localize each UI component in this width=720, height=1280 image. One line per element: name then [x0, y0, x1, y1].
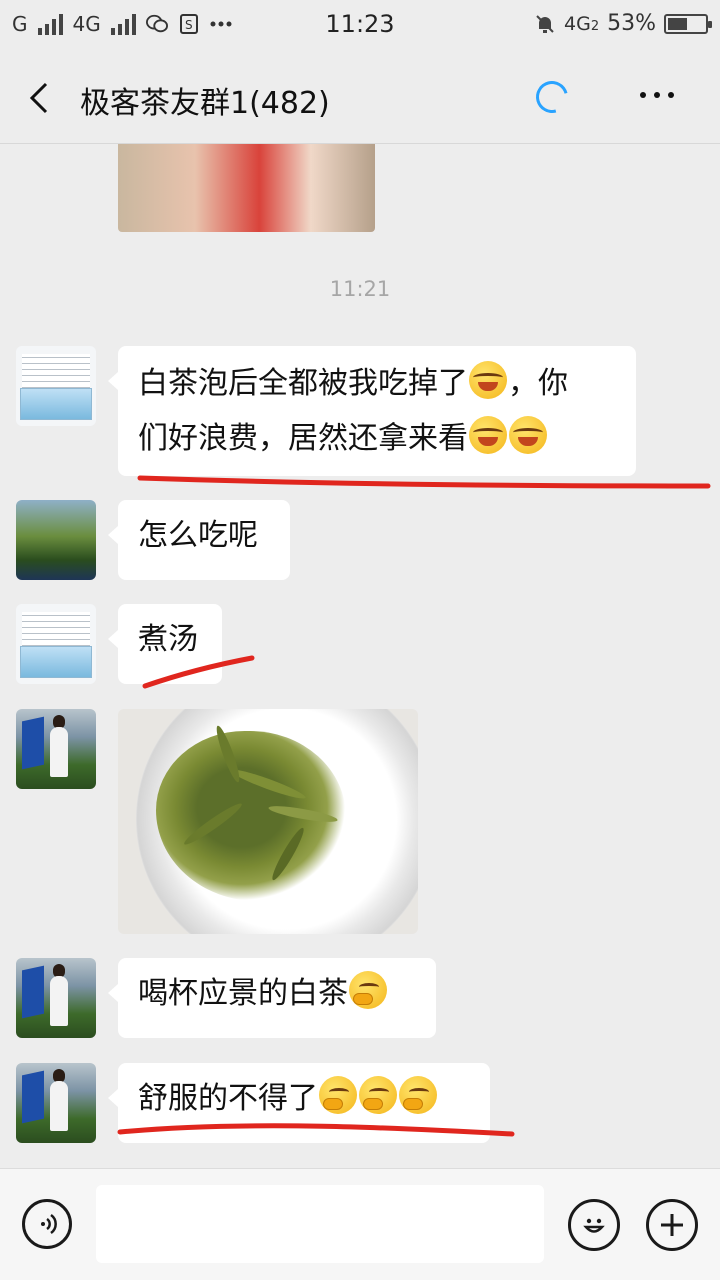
message-text-line1: 白茶泡后全都被我吃掉了 ，你	[138, 356, 616, 411]
message-bubble[interactable]: 怎么吃呢	[108, 500, 290, 580]
status-left: G 4G S	[12, 12, 232, 36]
emoji-button[interactable]	[568, 1199, 620, 1251]
crying-laughing-emoji-icon	[469, 416, 507, 454]
crying-laughing-emoji-icon	[509, 416, 547, 454]
emoji-icon	[583, 1218, 605, 1233]
message-text: 煮汤	[138, 622, 198, 657]
network-type: 4G2	[564, 12, 600, 35]
carrier-label-1: G	[12, 12, 28, 36]
signal-icon	[37, 13, 63, 35]
hand-over-mouth-emoji-icon	[359, 1076, 397, 1114]
svg-text:S: S	[185, 18, 193, 32]
message-text-line2: 们好浪费，居然还拿来看	[138, 411, 616, 466]
input-bar	[0, 1168, 720, 1280]
red-underline-1	[137, 475, 711, 489]
add-button[interactable]	[646, 1199, 698, 1251]
chat-header: 极客茶友群1(482)	[0, 52, 720, 144]
avatar[interactable]	[16, 709, 96, 789]
hand-over-mouth-emoji-icon	[399, 1076, 437, 1114]
chevron-left-icon	[29, 82, 48, 114]
message-timestamp: 11:21	[329, 277, 391, 301]
more-button[interactable]	[640, 92, 674, 98]
back-button[interactable]	[22, 78, 62, 118]
status-bar: G 4G S 11:23 4G2 53%	[0, 0, 720, 52]
signal-icon-2	[110, 13, 136, 35]
tea-photo-message[interactable]	[118, 709, 418, 934]
sim-icon: S	[178, 13, 200, 35]
more-notifications-icon	[210, 13, 232, 35]
voice-button[interactable]	[22, 1199, 72, 1249]
voice-icon	[41, 1213, 57, 1235]
message-bubble[interactable]: 煮汤	[108, 604, 222, 684]
avatar[interactable]	[16, 500, 96, 580]
wechat-icon	[145, 13, 168, 35]
message-text: 喝杯应景的白茶	[138, 976, 348, 1011]
image-message-partial[interactable]	[118, 144, 375, 232]
chat-title: 极客茶友群1(482)	[80, 86, 330, 121]
message-text: 怎么吃呢	[138, 518, 258, 553]
hand-over-mouth-emoji-icon	[319, 1076, 357, 1114]
battery-icon	[664, 13, 712, 34]
battery-percent: 53%	[607, 11, 656, 36]
message-bubble[interactable]: 喝杯应景的白茶	[108, 958, 436, 1038]
message-bubble[interactable]: 白茶泡后全都被我吃掉了 ，你 们好浪费，居然还拿来看	[108, 346, 636, 476]
status-right: 4G2 53%	[534, 11, 712, 36]
plus-icon	[661, 1214, 683, 1236]
message-bubble[interactable]: 舒服的不得了	[108, 1063, 490, 1143]
more-dots-icon	[640, 92, 646, 98]
mute-bell-icon	[534, 13, 556, 35]
avatar[interactable]	[16, 958, 96, 1038]
hand-over-mouth-emoji-icon	[349, 971, 387, 1009]
carrier-label-2: 4G	[72, 12, 101, 36]
message-input[interactable]	[96, 1185, 544, 1263]
loading-spinner-icon	[530, 75, 574, 119]
avatar[interactable]	[16, 1063, 96, 1143]
chat-area[interactable]: 11:21 白茶泡后全都被我吃掉了 ，你 们好浪费，居然还拿来看 怎么吃呢 煮汤 …	[0, 144, 720, 1168]
avatar[interactable]	[16, 346, 96, 426]
message-text: 舒服的不得了	[138, 1081, 318, 1116]
crying-laughing-emoji-icon	[469, 361, 507, 399]
avatar[interactable]	[16, 604, 96, 684]
